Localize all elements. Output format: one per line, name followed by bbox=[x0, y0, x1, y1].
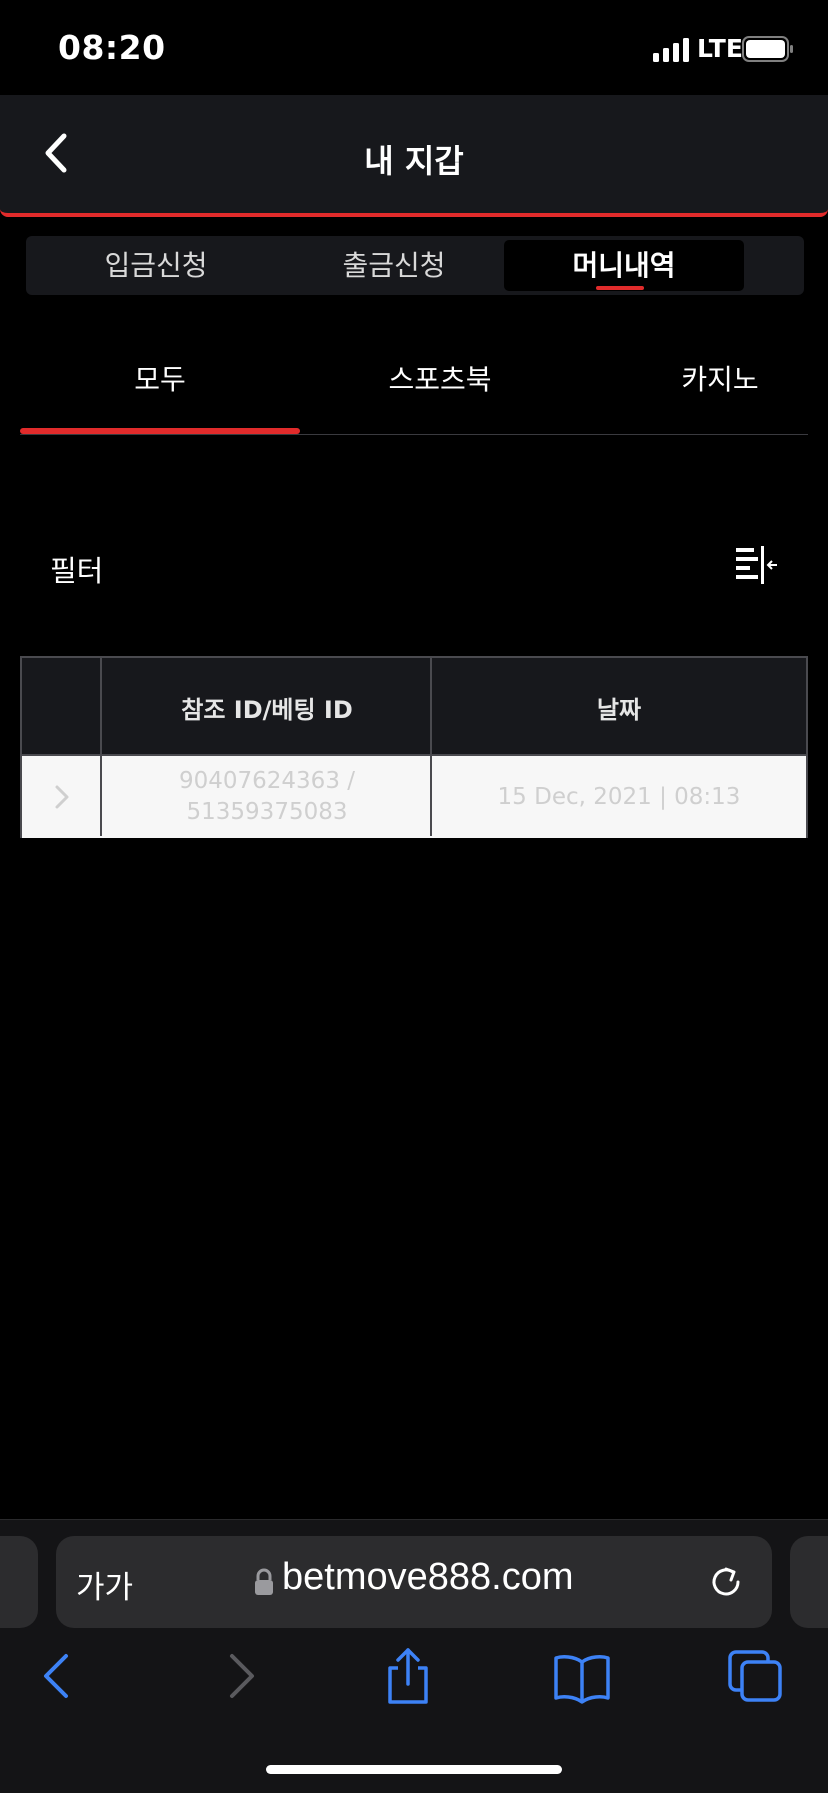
table-header-date: 날짜 bbox=[432, 658, 806, 756]
bet-id-value: 51359375083 bbox=[186, 799, 348, 825]
subtab-sportsbook[interactable]: 스포츠북 bbox=[340, 358, 540, 398]
network-label: LTE bbox=[697, 34, 743, 63]
status-time: 08:20 bbox=[58, 28, 166, 67]
filter-label: 필터 bbox=[50, 554, 104, 588]
next-tab-preview[interactable] bbox=[790, 1536, 828, 1628]
table-divider bbox=[430, 658, 432, 836]
share-icon[interactable] bbox=[378, 1648, 438, 1704]
bookmarks-icon[interactable] bbox=[552, 1648, 612, 1704]
table-row-divider bbox=[22, 754, 806, 756]
text-size-button[interactable]: 가가 bbox=[76, 1562, 133, 1607]
chevron-right-icon bbox=[55, 785, 69, 809]
money-history-table: 참조 ID/베팅 ID 날짜 90407624363 / 51359375083… bbox=[20, 656, 808, 838]
previous-tab-preview[interactable] bbox=[0, 1536, 38, 1628]
table-header-expand bbox=[22, 658, 102, 756]
lock-icon bbox=[255, 1568, 273, 1595]
table-row-date: 15 Dec, 2021 | 08:13 bbox=[432, 756, 806, 838]
browser-forward-icon[interactable] bbox=[208, 1648, 268, 1704]
wallet-segment-tabs: 입금신청 출금신청 머니내역 bbox=[26, 236, 804, 295]
filter-collapse-icon[interactable] bbox=[734, 546, 778, 584]
segment-active-underline bbox=[596, 286, 644, 290]
home-indicator bbox=[266, 1765, 562, 1774]
battery-icon bbox=[742, 36, 793, 62]
signal-icon bbox=[653, 38, 689, 62]
subtab-divider bbox=[20, 434, 808, 435]
url-text[interactable]: betmove888.com bbox=[282, 1556, 574, 1599]
table-header-ref-id: 참조 ID/베팅 ID bbox=[102, 658, 432, 756]
table-divider bbox=[100, 658, 102, 836]
tab-withdraw-request[interactable]: 출금신청 bbox=[274, 236, 514, 295]
browser-back-icon[interactable] bbox=[30, 1648, 90, 1704]
subtab-casino[interactable]: 카지노 bbox=[620, 358, 820, 398]
subtab-all[interactable]: 모두 bbox=[60, 358, 260, 398]
table-row-ref-id: 90407624363 / 51359375083 bbox=[102, 756, 432, 838]
reload-icon[interactable] bbox=[706, 1562, 746, 1602]
table-row-expand[interactable] bbox=[22, 756, 102, 838]
tab-deposit-request[interactable]: 입금신청 bbox=[36, 236, 276, 295]
ref-id-value: 90407624363 / bbox=[178, 768, 356, 794]
page-title: 내 지갑 bbox=[364, 142, 464, 180]
tabs-icon[interactable] bbox=[726, 1648, 786, 1704]
subtab-active-indicator bbox=[20, 428, 300, 434]
